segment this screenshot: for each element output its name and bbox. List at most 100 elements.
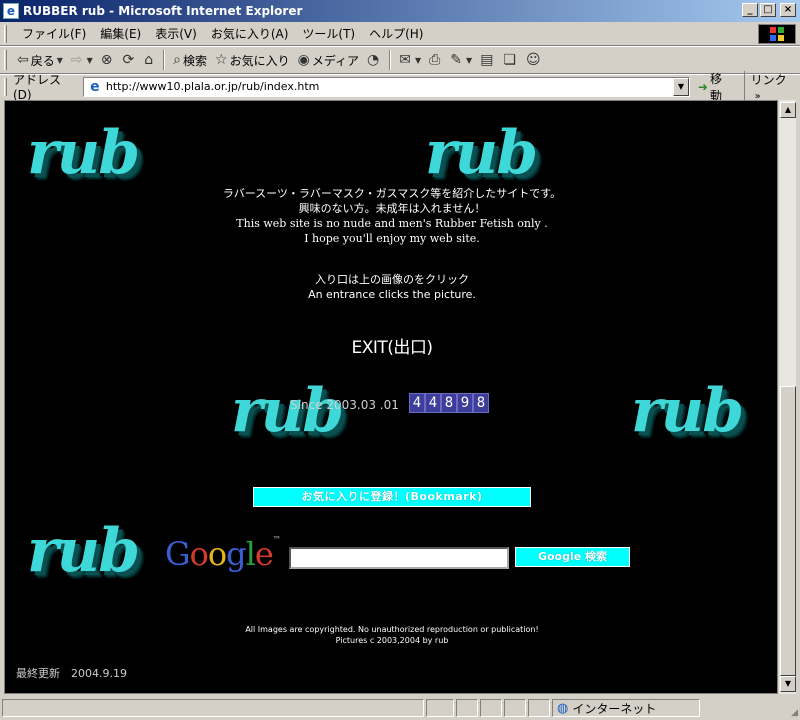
media-button[interactable]: ◉ メディア <box>294 49 363 71</box>
forward-arrow-icon: ⇨ <box>70 52 83 68</box>
rub-logo-entrance[interactable]: rub <box>425 123 538 183</box>
refresh-button[interactable]: ⟳ <box>119 49 141 71</box>
menu-edit[interactable]: 編集(E) <box>93 25 148 42</box>
forward-dropdown-icon[interactable]: ▼ <box>87 56 93 65</box>
page-content: rub rub rub rub rub ラバースーツ・ラバーマスク・ガスマスク等… <box>4 100 778 694</box>
stop-button[interactable]: ⊗ <box>97 49 119 71</box>
scroll-up-button[interactable]: ▲ <box>780 102 796 118</box>
discuss-button[interactable]: ▤ <box>476 49 499 71</box>
refresh-icon: ⟳ <box>122 52 135 68</box>
copyright-line: Pictures c 2003,2004 by rub <box>335 636 449 645</box>
counter-digit: 4 <box>425 393 441 413</box>
google-search-button[interactable]: Google 検索 <box>515 547 630 567</box>
status-message <box>2 699 424 717</box>
page-icon: e <box>90 78 100 95</box>
entrance-en: An entrance clicks the picture. <box>308 288 476 301</box>
status-cell <box>456 699 478 717</box>
home-button[interactable]: ⌂ <box>140 49 159 71</box>
exit-link: EXIT(出口) <box>5 333 777 358</box>
favorites-button[interactable]: ☆ お気に入り <box>211 49 294 71</box>
messenger-button[interactable]: ☺ <box>522 49 547 71</box>
minimize-button[interactable]: _ <box>742 3 758 17</box>
menu-grip <box>4 24 7 43</box>
menu-view[interactable]: 表示(V) <box>148 25 204 42</box>
back-button[interactable]: ⇦ 戻る ▼ <box>13 49 67 71</box>
toolbar-grip <box>4 50 7 70</box>
history-icon: ◔ <box>366 52 380 68</box>
menu-bar: ファイル(F) 編集(E) 表示(V) お気に入り(A) ツール(T) ヘルプ(… <box>0 22 800 46</box>
forward-button[interactable]: ⇨ ▼ <box>67 49 97 71</box>
intro-line: 興味のない方。未成年は入れません！ <box>298 202 486 215</box>
address-input[interactable] <box>105 80 676 93</box>
counter-digit: 8 <box>441 393 457 413</box>
copyright-text: All Images are copyrighted. No unauthori… <box>5 624 777 646</box>
go-label: 移動 <box>709 71 722 103</box>
intro-line: I hope you'll enjoy my web site. <box>304 232 480 245</box>
scroll-down-button[interactable]: ▼ <box>780 676 796 692</box>
status-cell <box>480 699 502 717</box>
search-button[interactable]: ⌕ 検索 <box>169 49 211 71</box>
vertical-scrollbar[interactable]: ▲ ▼ <box>778 100 796 694</box>
window-title: RUBBER rub - Microsoft Internet Explorer <box>23 4 303 18</box>
go-button[interactable]: ➜ 移動 <box>698 70 734 104</box>
menu-favorites[interactable]: お気に入り(A) <box>204 25 296 42</box>
history-button[interactable]: ◔ <box>363 49 385 71</box>
print-button[interactable]: ⎙ <box>425 49 446 71</box>
ie-icon: e <box>3 3 19 19</box>
google-search-input[interactable] <box>289 547 509 569</box>
bookmark-button[interactable]: お気に入りに登録！(Bookmark) <box>253 487 531 507</box>
scroll-thumb[interactable] <box>780 386 796 676</box>
entrance-text: 入り口は上の画像のをクリック An entrance clicks the pi… <box>5 272 777 302</box>
window-controls: _ □ × <box>742 3 796 17</box>
toolbar-separator <box>389 50 392 70</box>
security-zone: ◍ インターネット <box>552 699 700 717</box>
mail-dropdown-icon[interactable]: ▼ <box>415 56 421 65</box>
status-bar: ◍ インターネット ◢ <box>0 696 800 720</box>
mail-icon: ✉ <box>399 52 411 68</box>
menu-file[interactable]: ファイル(F) <box>15 25 93 42</box>
intro-line: ラバースーツ・ラバーマスク・ガスマスク等を紹介したサイトです。 <box>222 187 562 200</box>
edit-dropdown-icon[interactable]: ▼ <box>466 56 472 65</box>
rub-logo-decor: rub <box>27 516 140 586</box>
counter-digit: 8 <box>473 393 489 413</box>
status-progress <box>426 699 454 717</box>
discuss-icon: ▤ <box>480 52 494 68</box>
research-button[interactable]: ❏ <box>499 49 522 71</box>
globe-icon: ◍ <box>557 700 569 716</box>
media-icon: ◉ <box>297 52 310 68</box>
standard-toolbar: ⇦ 戻る ▼ ⇨ ▼ ⊗ ⟳ ⌂ ⌕ 検索 ☆ お気に入り ◉ メディア ◔ ✉… <box>0 46 800 74</box>
back-label: 戻る <box>30 53 55 68</box>
access-counter: 4 4 8 9 8 <box>409 393 489 413</box>
favorites-label: お気に入り <box>229 53 290 68</box>
resize-grip-icon[interactable]: ◢ <box>791 708 798 718</box>
address-label: アドレス(D) <box>12 73 61 102</box>
entrance-jp: 入り口は上の画像のをクリック <box>315 273 469 286</box>
address-box: e ▼ <box>82 76 690 97</box>
maximize-button[interactable]: □ <box>760 3 776 17</box>
status-cell <box>528 699 550 717</box>
since-label: Since 2003.03 .01 <box>290 398 399 412</box>
links-button[interactable]: リンク » <box>743 71 800 102</box>
rub-logo-entrance[interactable]: rub <box>27 123 140 183</box>
exit-link-text[interactable]: EXIT(出口) <box>351 338 433 358</box>
address-dropdown-icon[interactable]: ▼ <box>672 77 689 96</box>
title-bar: e RUBBER rub - Microsoft Internet Explor… <box>0 0 800 22</box>
edit-icon: ✎ <box>450 52 463 68</box>
research-icon: ❏ <box>503 52 516 68</box>
edit-button[interactable]: ✎ ▼ <box>446 49 476 71</box>
messenger-icon: ☺ <box>525 52 541 68</box>
intro-line: This web site is no nude and men's Rubbe… <box>236 217 548 230</box>
stop-icon: ⊗ <box>100 52 113 68</box>
toolbar-separator <box>163 50 166 70</box>
last-updated: 最終更新 2004.9.19 <box>16 667 127 680</box>
mail-button[interactable]: ✉ ▼ <box>395 49 425 71</box>
back-dropdown-icon[interactable]: ▼ <box>57 56 63 65</box>
google-logo: Google™ <box>165 535 281 573</box>
intro-text: ラバースーツ・ラバーマスク・ガスマスク等を紹介したサイトです。 興味のない方。未… <box>5 186 777 246</box>
menu-tools[interactable]: ツール(T) <box>295 25 362 42</box>
counter-digit: 9 <box>457 393 473 413</box>
menu-help[interactable]: ヘルプ(H) <box>362 25 430 42</box>
status-cell <box>504 699 526 717</box>
zone-label: インターネット <box>572 701 657 716</box>
close-button[interactable]: × <box>780 3 796 17</box>
